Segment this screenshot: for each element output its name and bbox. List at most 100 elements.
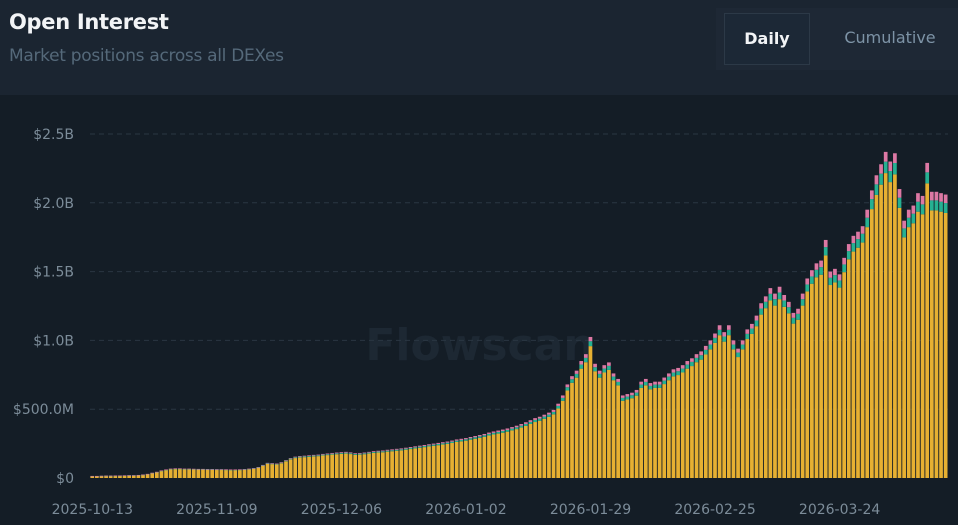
bar[interactable] [667, 373, 671, 478]
bar[interactable] [754, 315, 759, 478]
bar[interactable] [417, 445, 422, 478]
bar[interactable] [187, 468, 191, 478]
bar[interactable] [357, 452, 362, 478]
bar[interactable] [311, 454, 316, 478]
bar[interactable] [454, 439, 459, 478]
bar[interactable] [611, 373, 616, 478]
bar[interactable] [680, 365, 685, 478]
bar[interactable] [205, 469, 210, 478]
bar[interactable] [118, 475, 122, 478]
bar[interactable] [219, 469, 224, 478]
bar[interactable] [736, 348, 740, 478]
bar[interactable] [925, 162, 930, 479]
bar[interactable] [828, 271, 833, 478]
bar[interactable] [136, 474, 141, 478]
bar[interactable] [367, 451, 371, 478]
bar[interactable] [381, 450, 385, 478]
bar[interactable] [786, 301, 791, 478]
bar[interactable] [846, 244, 851, 478]
bar[interactable] [574, 370, 579, 478]
bar[interactable] [671, 369, 676, 478]
bar[interactable] [113, 475, 118, 478]
bar[interactable] [150, 472, 155, 478]
bar[interactable] [551, 409, 556, 478]
bar[interactable] [602, 365, 607, 478]
bar[interactable] [159, 470, 164, 478]
bar[interactable] [182, 468, 187, 478]
bar[interactable] [178, 468, 182, 478]
bar[interactable] [653, 381, 657, 478]
bar[interactable] [297, 455, 302, 478]
bar[interactable] [565, 384, 570, 478]
bar[interactable] [316, 454, 321, 478]
bar[interactable] [168, 468, 173, 478]
bar[interactable] [238, 469, 242, 478]
bar[interactable] [533, 418, 537, 478]
bar[interactable] [325, 453, 330, 478]
bar[interactable] [703, 345, 708, 478]
bar[interactable] [856, 231, 860, 478]
bar[interactable] [99, 475, 104, 478]
bar[interactable] [874, 175, 879, 479]
bar[interactable] [440, 442, 445, 478]
bar[interactable] [625, 394, 630, 478]
bar[interactable] [376, 450, 381, 478]
bar[interactable] [491, 431, 496, 478]
bar[interactable] [394, 448, 399, 478]
bar[interactable] [759, 303, 763, 478]
bar[interactable] [524, 422, 528, 478]
bar[interactable] [865, 209, 870, 478]
bar[interactable] [588, 336, 593, 478]
bar[interactable] [648, 383, 653, 478]
bar[interactable] [413, 446, 418, 478]
bar[interactable] [477, 435, 482, 478]
bar[interactable] [145, 473, 150, 478]
bar[interactable] [662, 377, 667, 478]
bar[interactable] [685, 361, 690, 478]
bar[interactable] [500, 429, 505, 478]
bar[interactable] [860, 226, 865, 478]
bar[interactable] [247, 468, 251, 478]
bar[interactable] [916, 193, 920, 479]
bar[interactable] [763, 296, 768, 478]
bar[interactable] [883, 151, 888, 479]
bar[interactable] [210, 469, 215, 478]
bar[interactable] [851, 235, 856, 478]
bar[interactable] [547, 412, 551, 478]
bar[interactable] [943, 194, 948, 479]
bar[interactable] [408, 447, 413, 478]
bar[interactable] [344, 451, 348, 478]
bar[interactable] [431, 443, 436, 478]
bar[interactable] [487, 432, 491, 478]
bar[interactable] [270, 463, 275, 478]
bar[interactable] [422, 444, 427, 478]
bar[interactable] [261, 464, 265, 478]
bar[interactable] [284, 460, 288, 478]
bar[interactable] [510, 427, 514, 478]
bar[interactable] [265, 462, 270, 478]
bar[interactable] [879, 164, 883, 479]
bar[interactable] [791, 312, 796, 478]
bar[interactable] [496, 430, 501, 478]
bar[interactable] [800, 293, 805, 478]
bar[interactable] [837, 274, 842, 478]
bar[interactable] [690, 358, 694, 478]
bar[interactable] [445, 441, 450, 478]
bar[interactable] [560, 395, 565, 478]
bar[interactable] [537, 416, 542, 478]
bar[interactable] [334, 452, 339, 478]
bar[interactable] [740, 340, 745, 478]
bar[interactable] [911, 205, 916, 478]
bar[interactable] [399, 448, 404, 478]
bar[interactable] [717, 325, 722, 478]
bar[interactable] [731, 340, 736, 478]
bar[interactable] [805, 278, 810, 478]
bar[interactable] [833, 268, 837, 478]
bar[interactable] [869, 190, 874, 479]
bar[interactable] [214, 469, 219, 478]
bar[interactable] [934, 191, 939, 479]
bar[interactable] [450, 440, 454, 478]
bar[interactable] [371, 451, 376, 478]
bar[interactable] [288, 458, 293, 478]
bar[interactable] [104, 475, 108, 478]
